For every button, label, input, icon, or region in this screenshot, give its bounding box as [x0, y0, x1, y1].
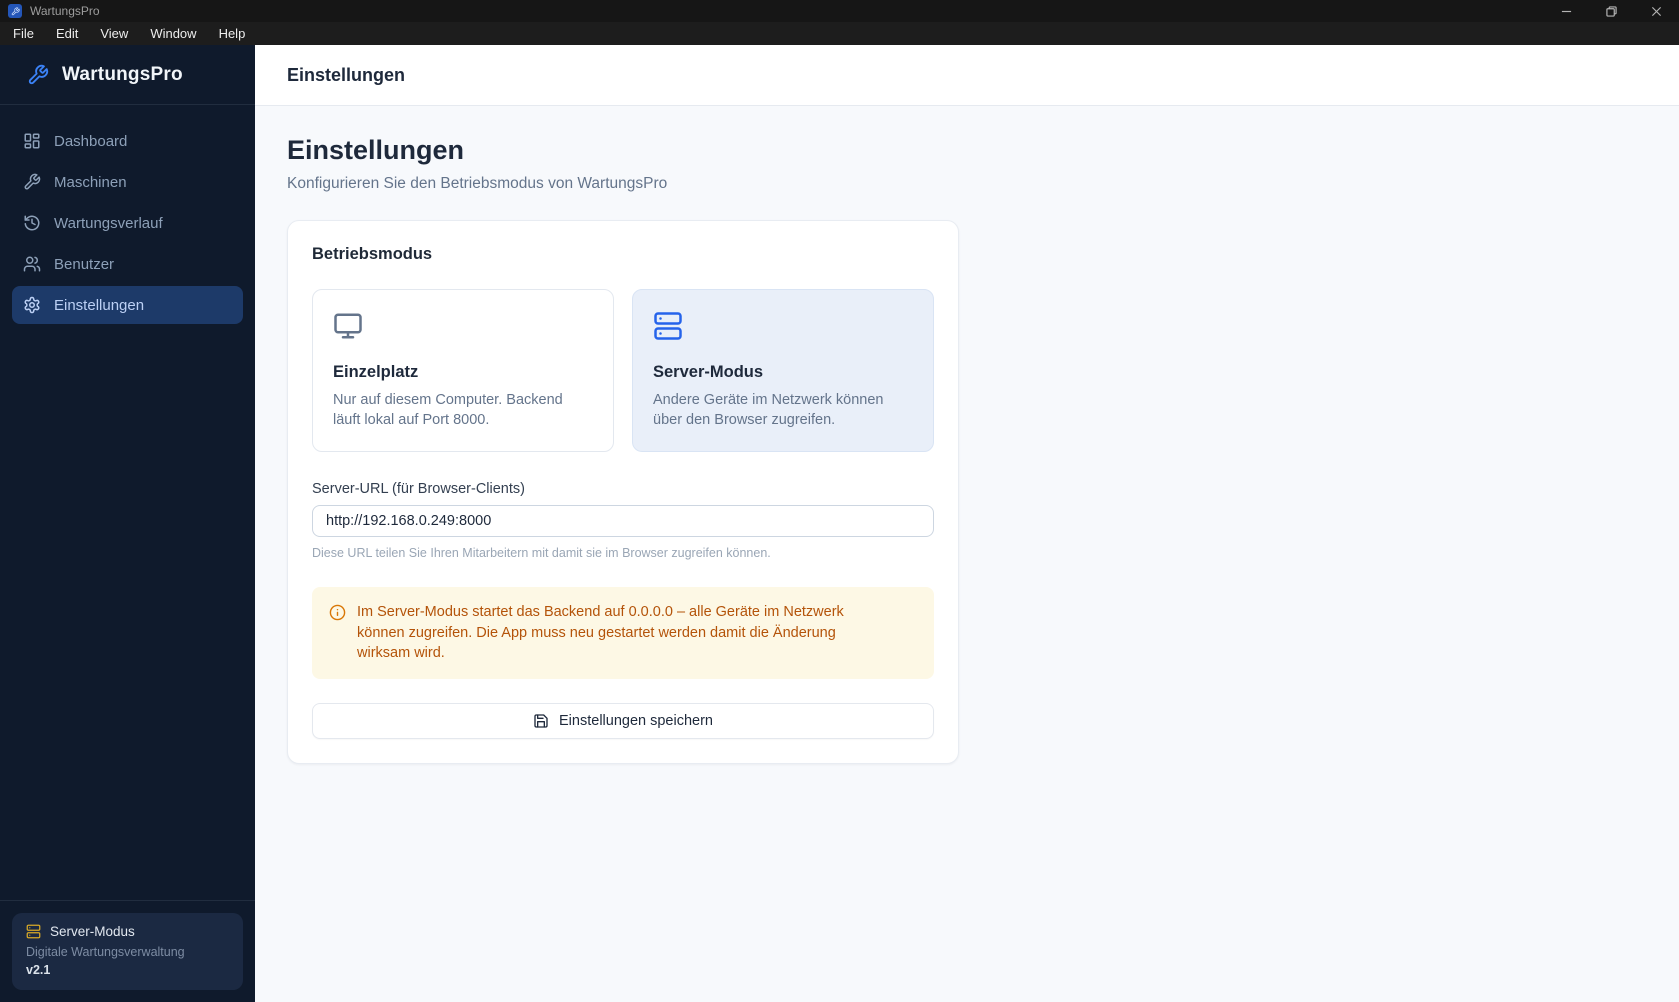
logo-text: WartungsPro [62, 63, 183, 85]
mode-description: Andere Geräte im Netzwerk können über de… [653, 392, 884, 428]
save-settings-button[interactable]: Einstellungen speichern [312, 702, 934, 739]
sidebar-item-dashboard[interactable]: Dashboard [12, 122, 243, 160]
server-mode-warning: Im Server-Modus startet das Backend auf … [312, 587, 934, 679]
gear-icon [24, 296, 40, 314]
wrench-logo-icon [28, 64, 49, 84]
server-icon [653, 311, 913, 346]
mode-option-einzelplatz[interactable]: Einzelplatz Nur auf diesem Computer. Bac… [312, 289, 614, 452]
window-title: WartungsPro [30, 4, 100, 18]
page-title: Einstellungen [287, 135, 465, 165]
server-url-helper: Diese URL teilen Sie Ihren Mitarbeitern … [312, 546, 771, 560]
minimize-button[interactable] [1544, 0, 1589, 22]
mode-options: Einzelplatz Nur auf diesem Computer. Bac… [312, 289, 934, 452]
warning-text: Im Server-Modus startet das Backend auf … [357, 604, 844, 662]
sidebar-item-einstellungen[interactable]: Einstellungen [12, 286, 243, 324]
menu-bar: File Edit View Window Help [0, 22, 1679, 45]
history-icon [24, 215, 40, 231]
app-logo: WartungsPro [0, 45, 255, 105]
close-button[interactable] [1634, 0, 1679, 22]
menu-window[interactable]: Window [139, 24, 207, 43]
sidebar-nav: Dashboard Maschinen Wartungsverlauf Benu… [0, 105, 255, 327]
server-url-input[interactable] [312, 505, 934, 537]
app-icon [8, 4, 22, 18]
top-header: Einstellungen [255, 45, 1679, 106]
server-mode-status-box: Server-Modus Digitale Wartungsverwaltung… [12, 913, 243, 990]
sidebar-item-maschinen[interactable]: Maschinen [12, 163, 243, 201]
sidebar-item-label: Maschinen [54, 173, 127, 191]
sidebar: WartungsPro Dashboard Maschinen Wartungs… [0, 45, 255, 1002]
mode-description: Nur auf diesem Computer. Backend läuft l… [333, 392, 563, 428]
sidebar-item-label: Benutzer [54, 255, 115, 273]
menu-edit[interactable]: Edit [45, 24, 89, 43]
header-title: Einstellungen [287, 64, 406, 85]
sidebar-item-label: Dashboard [54, 132, 128, 150]
restore-button[interactable] [1589, 0, 1634, 22]
betriebsmodus-card: Betriebsmodus Einzelplatz Nur auf diesem… [287, 220, 959, 764]
version-label: v2.1 [26, 963, 51, 977]
section-title: Betriebsmodus [312, 245, 433, 263]
window-controls [1544, 0, 1679, 22]
save-button-label: Einstellungen speichern [559, 712, 713, 729]
main-area: Einstellungen Einstellungen Konfiguriere… [255, 45, 1679, 1002]
wrench-icon [24, 173, 41, 190]
monitor-icon [333, 311, 593, 346]
menu-file[interactable]: File [2, 24, 45, 43]
info-icon [329, 604, 346, 621]
menu-help[interactable]: Help [208, 24, 257, 43]
server-url-label: Server-URL (für Browser-Clients) [312, 481, 525, 497]
dashboard-icon [24, 133, 40, 149]
title-bar: WartungsPro [0, 0, 1679, 22]
menu-view[interactable]: View [89, 24, 139, 43]
status-mode-label: Server-Modus [50, 924, 135, 939]
sidebar-item-label: Wartungsverlauf [54, 214, 163, 232]
users-icon [23, 256, 41, 272]
page-subtitle: Konfigurieren Sie den Betriebsmodus von … [287, 175, 668, 192]
content-area: Einstellungen Konfigurieren Sie den Betr… [255, 106, 1679, 793]
sidebar-item-label: Einstellungen [54, 296, 145, 314]
save-icon [534, 714, 548, 728]
sidebar-footer: Server-Modus Digitale Wartungsverwaltung… [0, 900, 255, 1002]
status-subtitle: Digitale Wartungsverwaltung [26, 945, 185, 959]
mode-title: Server-Modus [653, 363, 764, 381]
mode-title: Einzelplatz [333, 363, 419, 381]
server-status-icon [26, 924, 41, 939]
sidebar-item-benutzer[interactable]: Benutzer [12, 245, 243, 283]
mode-option-server-modus[interactable]: Server-Modus Andere Geräte im Netzwerk k… [632, 289, 934, 452]
sidebar-item-wartungsverlauf[interactable]: Wartungsverlauf [12, 204, 243, 242]
